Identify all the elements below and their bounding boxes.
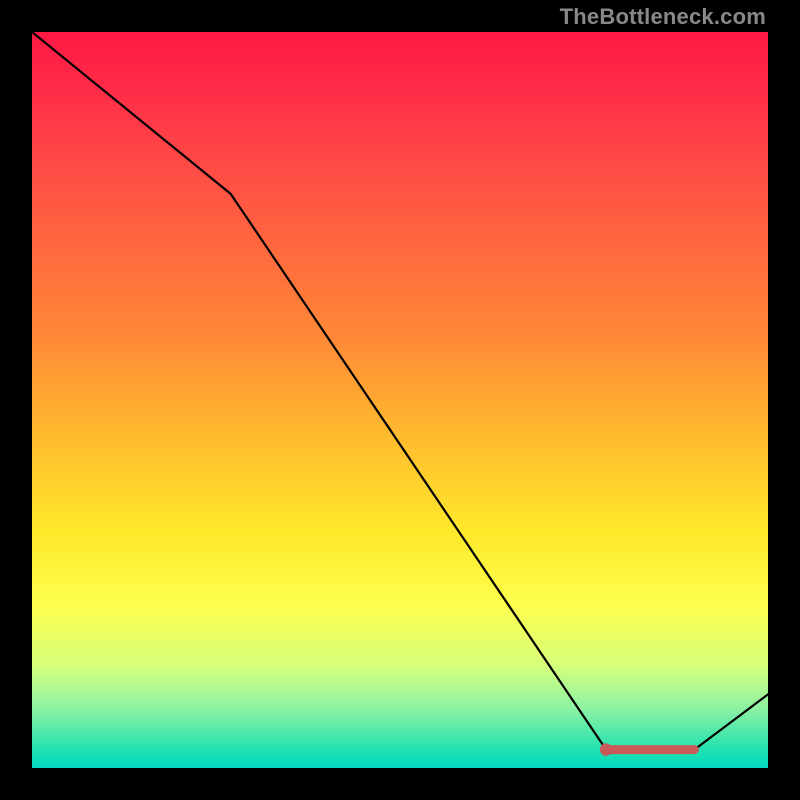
chart-stage: TheBottleneck.com xyxy=(0,0,800,800)
credit-label: TheBottleneck.com xyxy=(560,4,766,30)
plot-area xyxy=(32,32,768,768)
